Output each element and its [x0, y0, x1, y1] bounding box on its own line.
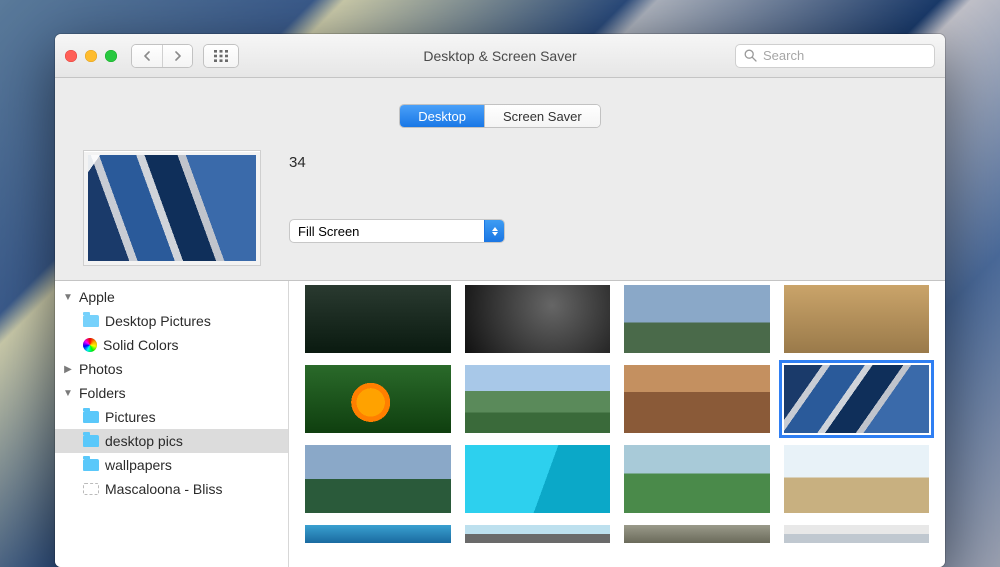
- thumbnail[interactable]: [465, 365, 611, 433]
- thumbnail[interactable]: [465, 445, 611, 513]
- zoom-icon[interactable]: [105, 50, 117, 62]
- tab-desktop[interactable]: Desktop: [400, 105, 484, 127]
- back-button[interactable]: [132, 45, 162, 67]
- sidebar-item-pictures[interactable]: Pictures: [55, 405, 288, 429]
- preferences-window: Desktop & Screen Saver Search Desktop Sc…: [55, 34, 945, 567]
- select-value: Fill Screen: [290, 224, 367, 239]
- thumbnail-selected[interactable]: [784, 365, 930, 433]
- colorwheel-icon: [83, 338, 97, 352]
- close-icon[interactable]: [65, 50, 77, 62]
- sidebar-item-desktop-pics[interactable]: desktop pics: [55, 429, 288, 453]
- sidebar-item-solid-colors[interactable]: Solid Colors: [55, 333, 288, 357]
- sidebar-label: Apple: [79, 289, 115, 305]
- thumbnail[interactable]: [305, 445, 451, 513]
- minimize-icon[interactable]: [85, 50, 97, 62]
- folder-icon: [83, 411, 99, 423]
- folder-icon: [83, 435, 99, 447]
- thumbnail[interactable]: [784, 445, 930, 513]
- thumbnail-gallery: [289, 281, 945, 567]
- source-sidebar: ▼ Apple Desktop Pictures Solid Colors ▶ …: [55, 281, 289, 567]
- sidebar-label: wallpapers: [105, 457, 172, 473]
- sidebar-label: Photos: [79, 361, 123, 377]
- show-all-button[interactable]: [203, 44, 239, 68]
- fill-mode-select[interactable]: Fill Screen: [289, 219, 505, 243]
- current-desktop-area: 34 Fill Screen: [55, 128, 945, 280]
- sidebar-label: Pictures: [105, 409, 156, 425]
- tab-screen-saver[interactable]: Screen Saver: [484, 105, 600, 127]
- current-image-name: 34: [289, 154, 505, 171]
- sidebar-label: desktop pics: [105, 433, 183, 449]
- sidebar-label: Desktop Pictures: [105, 313, 211, 329]
- search-input[interactable]: Search: [735, 44, 935, 68]
- search-icon: [744, 49, 757, 62]
- nav-buttons: [131, 44, 193, 68]
- thumbnail[interactable]: [465, 525, 611, 543]
- thumbnail[interactable]: [465, 285, 611, 353]
- updown-icon: [484, 220, 504, 242]
- window-controls: [65, 50, 117, 62]
- titlebar: Desktop & Screen Saver Search: [55, 34, 945, 78]
- sidebar-group-apple[interactable]: ▼ Apple: [55, 285, 288, 309]
- sidebar-item-mascaloona[interactable]: Mascaloona - Bliss: [55, 477, 288, 501]
- sidebar-label: Mascaloona - Bliss: [105, 481, 223, 497]
- folder-icon: [83, 315, 99, 327]
- tab-label: Screen Saver: [503, 109, 582, 124]
- thumbnail[interactable]: [624, 445, 770, 513]
- sidebar-label: Solid Colors: [103, 337, 178, 353]
- sidebar-group-folders[interactable]: ▼ Folders: [55, 381, 288, 405]
- sidebar-item-wallpapers[interactable]: wallpapers: [55, 453, 288, 477]
- sidebar-label: Folders: [79, 385, 126, 401]
- thumbnail[interactable]: [305, 525, 451, 543]
- disclosure-right-icon: ▶: [63, 364, 73, 375]
- thumbnail[interactable]: [784, 285, 930, 353]
- search-placeholder: Search: [763, 48, 804, 63]
- thumbnail[interactable]: [305, 285, 451, 353]
- chevron-left-icon: [143, 51, 151, 61]
- sidebar-item-desktop-pictures[interactable]: Desktop Pictures: [55, 309, 288, 333]
- desktop-preview: [83, 150, 261, 266]
- thumbnail[interactable]: [624, 365, 770, 433]
- chevron-right-icon: [174, 51, 182, 61]
- disclosure-down-icon: ▼: [63, 388, 73, 399]
- tab-label: Desktop: [418, 109, 466, 124]
- forward-button[interactable]: [162, 45, 192, 67]
- missing-folder-icon: [83, 483, 99, 495]
- thumbnail[interactable]: [624, 285, 770, 353]
- thumbnail[interactable]: [784, 525, 930, 543]
- thumbnail[interactable]: [305, 365, 451, 433]
- sidebar-group-photos[interactable]: ▶ Photos: [55, 357, 288, 381]
- grid-icon: [214, 50, 228, 62]
- tab-bar: Desktop Screen Saver: [55, 78, 945, 128]
- window-title: Desktop & Screen Saver: [423, 48, 576, 64]
- folder-icon: [83, 459, 99, 471]
- disclosure-down-icon: ▼: [63, 292, 73, 303]
- thumbnail[interactable]: [624, 525, 770, 543]
